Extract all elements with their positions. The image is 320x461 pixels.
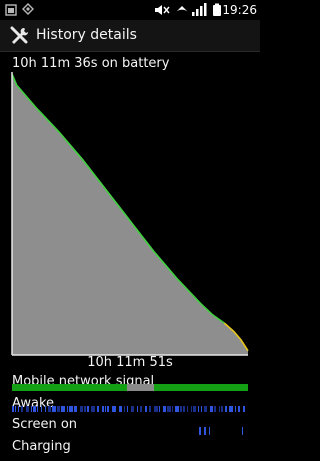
awake-segment <box>137 406 138 412</box>
awake-segment <box>61 406 65 412</box>
awake-segment <box>183 406 185 412</box>
awake-segment <box>21 406 23 412</box>
charging-label: Charging <box>12 439 71 454</box>
awake-segment <box>193 406 196 412</box>
screen-on-segment <box>242 427 243 435</box>
awake-segment <box>191 406 192 412</box>
awake-segment <box>105 406 106 412</box>
awake-segment <box>52 406 56 412</box>
awake-segment <box>69 406 73 412</box>
graph-duration-label: 10h 11m 51s <box>87 355 173 370</box>
awake-segment <box>102 406 104 412</box>
usb-debug-icon <box>22 3 34 15</box>
awake-segment <box>225 406 227 412</box>
status-left-icons <box>5 3 34 16</box>
battery-graph <box>11 72 249 356</box>
awake-segment <box>84 406 86 412</box>
action-bar: History details <box>0 20 260 52</box>
awake-segment <box>33 406 36 412</box>
awake-segment <box>48 406 51 412</box>
awake-segment <box>74 406 77 412</box>
awake-segment <box>12 406 14 412</box>
screen-on-segment <box>209 427 210 435</box>
awake-segment <box>112 406 116 412</box>
awake-segment <box>163 406 166 412</box>
awake-segment <box>119 406 122 412</box>
awake-segment <box>175 406 179 412</box>
status-bar: 19:26 <box>0 0 260 20</box>
awake-segment <box>210 406 213 412</box>
battery-time-label: 10h 11m 36s on battery <box>12 56 170 71</box>
awake-segment <box>37 406 38 412</box>
awake-segment <box>219 406 220 412</box>
notification-icon <box>5 4 17 16</box>
awake-segment <box>214 406 216 412</box>
signal-gray-segment <box>127 384 154 391</box>
awake-segment <box>149 406 151 412</box>
awake-segment <box>235 406 236 412</box>
awake-segment <box>131 406 134 412</box>
awake-segment <box>154 406 158 412</box>
wifi-icon <box>175 6 189 13</box>
awake-segment <box>107 406 109 412</box>
awake-segment <box>87 406 89 412</box>
awake-segment <box>221 406 223 412</box>
wrench-screwdriver-icon[interactable] <box>9 26 29 46</box>
awake-segment <box>159 406 160 412</box>
awake-segment <box>18 406 19 412</box>
awake-segment <box>167 406 171 412</box>
awake-segment <box>140 406 142 412</box>
mute-icon <box>155 5 170 15</box>
signal-icon <box>192 3 207 16</box>
awake-segment <box>80 406 83 412</box>
mobile-signal-bar <box>12 384 248 391</box>
screen-on-segment <box>204 427 206 435</box>
awake-segment <box>91 406 95 412</box>
awake-segment <box>172 406 173 412</box>
awake-segment <box>67 406 68 412</box>
awake-segment <box>124 406 125 412</box>
awake-segment <box>127 406 128 412</box>
status-right-icons <box>155 3 221 16</box>
awake-segment <box>145 406 147 412</box>
awake-segment <box>229 406 233 412</box>
awake-bar <box>12 406 245 412</box>
awake-segment <box>243 406 245 412</box>
awake-segment <box>45 406 46 412</box>
awake-segment <box>57 406 60 412</box>
awake-segment <box>15 406 16 412</box>
awake-segment <box>31 406 32 412</box>
awake-segment <box>198 406 199 412</box>
battery-icon <box>213 3 221 16</box>
status-time: 19:26 <box>222 3 257 17</box>
awake-segment <box>204 406 207 412</box>
awake-segment <box>238 406 240 412</box>
battery-level-area <box>12 74 248 355</box>
awake-segment <box>201 406 202 412</box>
awake-segment <box>26 406 29 412</box>
awake-segment <box>187 406 188 412</box>
awake-segment <box>41 406 42 412</box>
awake-segment <box>180 406 182 412</box>
awake-segment <box>97 406 99 412</box>
screen-on-segment <box>199 427 201 435</box>
signal-green-segment <box>154 384 248 391</box>
page-title: History details <box>36 27 137 43</box>
screen-on-bar <box>199 427 243 435</box>
